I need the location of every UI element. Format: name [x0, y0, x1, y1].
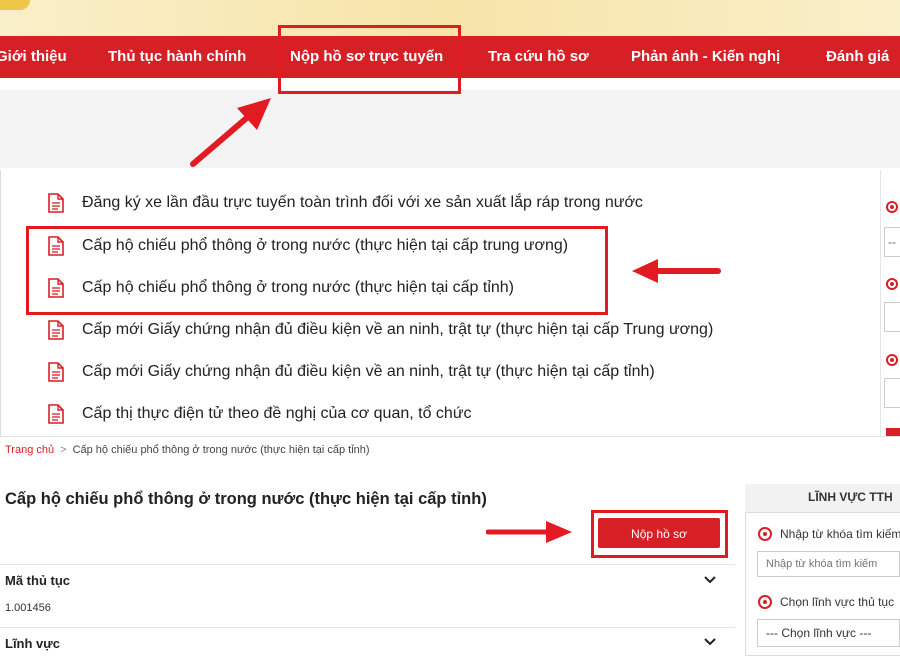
list-item-label: Cấp mới Giấy chứng nhận đủ điều kiện về … — [82, 321, 714, 338]
highlight-box-passport — [26, 226, 608, 315]
field-label-linh-vuc: Lĩnh vực — [5, 636, 60, 651]
radio-option[interactable] — [886, 354, 898, 366]
nav-item-tra-cuu-ho-so[interactable]: Tra cứu hồ sơ — [488, 36, 589, 78]
page-title: Cấp hộ chiếu phổ thông ở trong nước (thự… — [5, 490, 487, 508]
radio-keyword-search[interactable] — [758, 527, 772, 541]
list-item[interactable]: Đăng ký xe lần đầu trực tuyến toàn trình… — [48, 189, 643, 217]
breadcrumb-separator: > — [60, 444, 67, 456]
submit-application-button[interactable]: Nộp hồ sơ — [598, 518, 720, 548]
arrow-left-icon — [632, 259, 721, 283]
keyword-option-label: Nhập từ khóa tìm kiếm — [780, 527, 900, 541]
breadcrumb-current: Cấp hộ chiếu phổ thông ở trong nước (thự… — [72, 444, 370, 456]
list-item-label: Đăng ký xe lần đầu trực tuyến toàn trình… — [82, 194, 643, 211]
content-band — [0, 90, 900, 168]
search-button-edge[interactable] — [886, 428, 900, 436]
list-item-label: Cấp mới Giấy chứng nhận đủ điều kiện về … — [82, 363, 655, 380]
select-dropdown[interactable] — [884, 378, 900, 408]
list-item[interactable]: Cấp thị thực điện tử theo đề nghị của cơ… — [48, 400, 472, 428]
select-dropdown[interactable] — [884, 302, 900, 332]
radio-field-select[interactable] — [758, 595, 772, 609]
breadcrumb-home-link[interactable]: Trang chủ — [5, 444, 54, 456]
keyword-search-input[interactable] — [757, 551, 900, 577]
field-label-ma-thu-tuc: Mã thủ tục — [5, 573, 70, 588]
document-icon — [48, 320, 64, 340]
field-select-dropdown[interactable]: --- Chọn lĩnh vực --- — [757, 619, 900, 647]
chevron-down-icon[interactable] — [703, 635, 717, 649]
divider — [0, 564, 735, 565]
chevron-down-icon[interactable] — [703, 573, 717, 587]
select-dropdown[interactable]: -- — [884, 227, 900, 257]
list-item[interactable]: Cấp mới Giấy chứng nhận đủ điều kiện về … — [48, 316, 713, 344]
document-icon — [48, 404, 64, 424]
nav-item-danh-gia[interactable]: Đánh giá — [826, 36, 889, 78]
divider — [0, 627, 735, 628]
list-border — [0, 170, 1, 436]
field-value-ma-thu-tuc: 1.001456 — [5, 602, 51, 614]
field-option-label: Chọn lĩnh vực thủ tục — [780, 595, 895, 609]
arrow-right-icon — [486, 521, 572, 543]
radio-option[interactable] — [886, 201, 898, 213]
highlight-box-nav — [278, 25, 461, 94]
nav-item-gioi-thieu[interactable]: Giới thiệu — [0, 36, 67, 78]
arrow-up-right-icon — [190, 98, 271, 167]
breadcrumb: Trang chủ > Cấp hộ chiếu phổ thông ở trong… — [5, 444, 370, 456]
radio-option[interactable] — [886, 278, 898, 290]
emblem-logo — [0, 0, 30, 10]
nav-item-thu-tuc-hanh-chinh[interactable]: Thủ tục hành chính — [108, 36, 246, 78]
nav-item-phan-anh-kien-nghi[interactable]: Phản ánh - Kiến nghị — [631, 36, 780, 78]
sidebar-heading: LĨNH VỰC TTH — [808, 490, 893, 504]
document-icon — [48, 193, 64, 213]
document-icon — [48, 362, 64, 382]
list-item-label: Cấp thị thực điện tử theo đề nghị của cơ… — [82, 405, 472, 422]
list-item[interactable]: Cấp mới Giấy chứng nhận đủ điều kiện về … — [48, 358, 655, 386]
